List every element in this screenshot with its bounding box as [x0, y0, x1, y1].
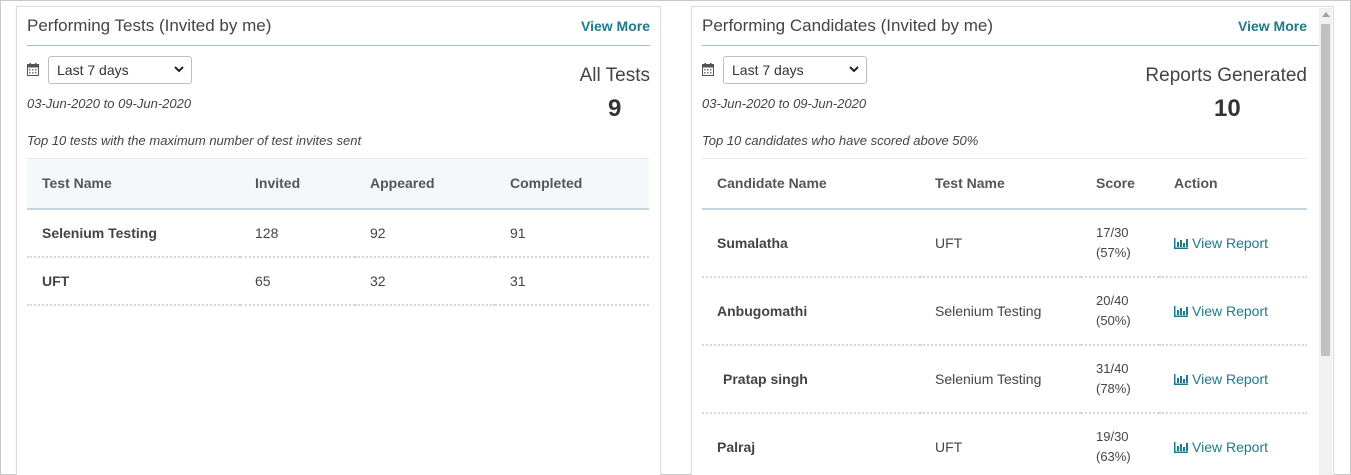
score: 19/30 (63%) — [1081, 412, 1159, 475]
action-cell: View Report — [1159, 344, 1307, 414]
table-row: Anbugomathi Selenium Testing 20/40 (50%) — [702, 276, 1307, 346]
score-value: 20/40 — [1096, 292, 1129, 308]
score-percent: (63%) — [1096, 448, 1131, 464]
test-name: UFT — [27, 256, 240, 306]
score-percent: (50%) — [1096, 312, 1131, 328]
invited-count: 65 — [240, 256, 355, 306]
view-report-label: View Report — [1192, 302, 1269, 319]
bar-chart-icon — [1174, 441, 1188, 453]
view-report-link[interactable]: View Report — [1174, 439, 1268, 455]
chevron-down-icon — [849, 66, 859, 73]
table-row: UFT 65 32 31 — [27, 256, 649, 306]
calendar-icon — [27, 63, 39, 76]
chevron-down-icon — [174, 66, 184, 73]
column-header: Test Name — [920, 158, 1081, 210]
score-percent: (57%) — [1096, 244, 1131, 260]
period-select-value: Last 7 days — [57, 62, 129, 78]
column-header: Test Name — [27, 158, 240, 210]
table-header-row: Candidate Name Test Name Score Action — [702, 158, 1307, 210]
vertical-scrollbar[interactable] — [1319, 8, 1332, 475]
stat-label: Reports Generated — [1145, 65, 1307, 86]
view-report-link[interactable]: View Report — [1174, 235, 1268, 251]
candidate-name: Pratap singh — [702, 344, 920, 414]
candidates-table: Candidate Name Test Name Score Action Su… — [702, 158, 1307, 475]
score-value: 19/30 — [1096, 428, 1129, 444]
period-select[interactable]: Last 7 days — [48, 56, 192, 84]
column-header: Action — [1159, 158, 1307, 210]
view-report-link[interactable]: View Report — [1174, 371, 1268, 387]
performing-tests-panel: Performing Tests (Invited by me) View Mo… — [16, 6, 661, 475]
panel-title: Performing Tests (Invited by me) — [27, 16, 272, 35]
view-more-link[interactable]: View More — [581, 18, 650, 34]
invited-count: 128 — [240, 208, 355, 258]
table-caption: Top 10 tests with the maximum number of … — [27, 133, 362, 148]
score-value: 31/40 — [1096, 360, 1129, 376]
table-row: Selenium Testing 128 92 91 — [27, 208, 649, 258]
stat-value: 9 — [608, 95, 622, 122]
test-name: Selenium Testing — [920, 344, 1081, 414]
score: 17/30 (57%) — [1081, 208, 1159, 278]
scroll-up-arrow-icon[interactable] — [1322, 12, 1330, 17]
test-name: UFT — [920, 208, 1081, 278]
period-select[interactable]: Last 7 days — [723, 56, 867, 84]
completed-count: 31 — [495, 256, 649, 306]
action-cell: View Report — [1159, 276, 1307, 346]
column-header: Appeared — [355, 158, 495, 210]
view-report-label: View Report — [1192, 438, 1269, 455]
view-report-label: View Report — [1192, 234, 1269, 251]
column-header: Candidate Name — [702, 158, 920, 210]
view-report-link[interactable]: View Report — [1174, 303, 1268, 319]
panel-title: Performing Candidates (Invited by me) — [702, 16, 994, 35]
test-name: Selenium Testing — [920, 276, 1081, 346]
test-name: UFT — [920, 412, 1081, 475]
candidate-name: Anbugomathi — [702, 276, 920, 346]
period-select-value: Last 7 days — [732, 62, 804, 78]
appeared-count: 32 — [355, 256, 495, 306]
table-header-row: Test Name Invited Appeared Completed — [27, 158, 649, 210]
tests-table: Test Name Invited Appeared Completed Sel… — [27, 158, 649, 306]
table-row: Sumalatha UFT 17/30 (57%) View Report — [702, 208, 1307, 278]
table-caption: Top 10 candidates who have scored above … — [702, 133, 979, 148]
stat-label: All Tests — [579, 65, 650, 86]
candidate-name: Palraj — [702, 412, 920, 475]
bar-chart-icon — [1174, 305, 1188, 317]
view-more-link[interactable]: View More — [1238, 18, 1307, 34]
column-header: Invited — [240, 158, 355, 210]
scrollbar-thumb[interactable] — [1321, 24, 1330, 356]
bar-chart-icon — [1174, 373, 1188, 385]
score: 31/40 (78%) — [1081, 344, 1159, 414]
score-percent: (78%) — [1096, 380, 1131, 396]
date-range: 03-Jun-2020 to 09-Jun-2020 — [702, 96, 867, 111]
completed-count: 91 — [495, 208, 649, 258]
view-report-label: View Report — [1192, 370, 1269, 387]
action-cell: View Report — [1159, 208, 1307, 278]
column-header: Score — [1081, 158, 1159, 210]
calendar-icon — [702, 63, 714, 76]
stat-value: 10 — [1214, 95, 1241, 122]
candidate-name: Sumalatha — [702, 208, 920, 278]
panel-header: Performing Candidates (Invited by me) Vi… — [702, 7, 1323, 46]
panel-header: Performing Tests (Invited by me) View Mo… — [27, 7, 650, 46]
test-name: Selenium Testing — [27, 208, 240, 258]
score: 20/40 (50%) — [1081, 276, 1159, 346]
performing-candidates-panel: Performing Candidates (Invited by me) Vi… — [691, 6, 1334, 475]
action-cell: View Report — [1159, 412, 1307, 475]
date-range: 03-Jun-2020 to 09-Jun-2020 — [27, 96, 192, 111]
column-header: Completed — [495, 158, 649, 210]
bar-chart-icon — [1174, 237, 1188, 249]
appeared-count: 92 — [355, 208, 495, 258]
table-row: Pratap singh Selenium Testing 31/40 (78%… — [702, 344, 1307, 414]
table-row: Palraj UFT 19/30 (63%) View Report — [702, 412, 1307, 475]
score-value: 17/30 — [1096, 224, 1129, 240]
